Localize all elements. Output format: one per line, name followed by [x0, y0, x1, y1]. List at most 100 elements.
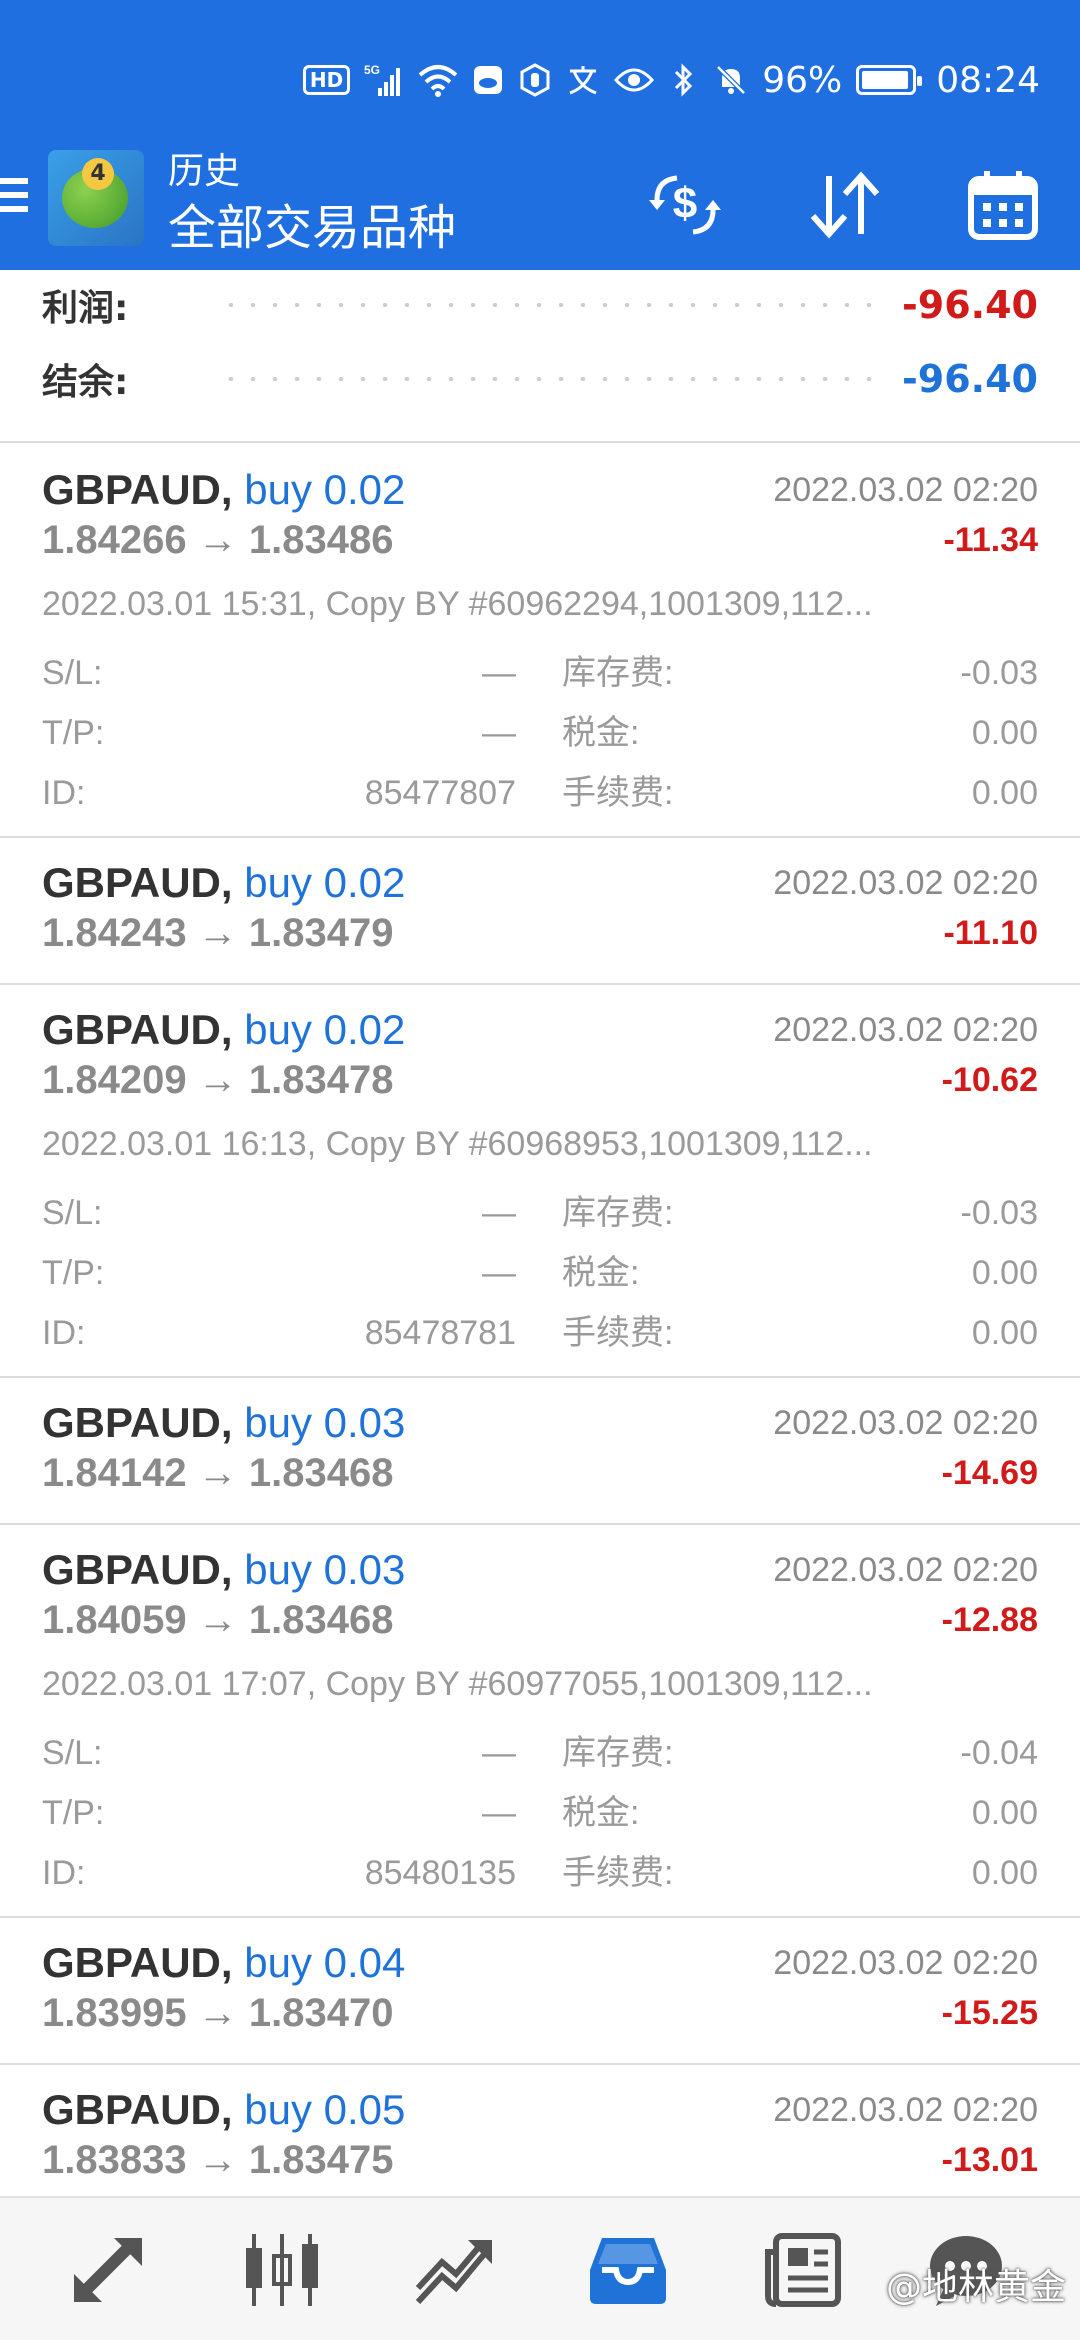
deal-row[interactable]: GBPAUD, buy 0.02 2022.03.02 02:20 1.8426…	[0, 445, 1080, 838]
commission-label: 手续费:	[562, 1314, 674, 1352]
deal-time: 2022.03.02 02:20	[773, 864, 1038, 902]
price-arrow: →	[197, 911, 238, 955]
nav-history[interactable]	[578, 2220, 678, 2320]
commission-value: 0.00	[971, 774, 1038, 812]
deal-row[interactable]: GBPAUD, buy 0.05 2022.03.02 02:20 1.8383…	[0, 2065, 1080, 2196]
deal-symbol: GBPAUD, buy 0.03	[42, 1545, 405, 1595]
sl-value: —	[482, 654, 516, 692]
close-price: 1.83486	[248, 518, 394, 562]
sl-label: S/L:	[42, 1734, 103, 1772]
signal-icon: 5G	[364, 60, 404, 100]
sort-button[interactable]	[800, 160, 890, 250]
nav-quotes[interactable]	[58, 2220, 158, 2320]
deal-type: buy 0.05	[244, 2086, 406, 2133]
tp-value: —	[482, 1794, 516, 1832]
tax-label: 税金:	[562, 1254, 640, 1292]
deal-row[interactable]: GBPAUD, buy 0.02 2022.03.02 02:20 1.8424…	[0, 838, 1080, 985]
open-price: 1.83995	[42, 1991, 187, 2035]
deal-time: 2022.03.02 02:20	[773, 1011, 1038, 1049]
screen-title[interactable]: 全部交易品种	[168, 196, 456, 260]
deal-symbol: GBPAUD, buy 0.04	[42, 1938, 405, 1988]
battery-percent: 96%	[762, 59, 843, 101]
tp-value: —	[482, 1254, 516, 1292]
commission-label: 手续费:	[562, 774, 674, 812]
tax-value: 0.00	[971, 1254, 1038, 1292]
balance-label: 结余:	[42, 362, 129, 403]
deal-detail-row: ID: 85478781 手续费: 0.00	[42, 1303, 1038, 1363]
deal-symbol-name: GBPAUD,	[42, 2086, 233, 2133]
deposit-withdraw-button[interactable]: $	[640, 160, 730, 250]
deal-detail-row: ID: 85480135 手续费: 0.00	[42, 1843, 1038, 1903]
tp-label: T/P:	[42, 1254, 105, 1292]
chart-candles-icon	[246, 2234, 318, 2306]
mute-bell-icon	[714, 60, 748, 100]
app-bar: 4 历史 全部交易品种 $	[0, 150, 1080, 270]
deal-type: buy 0.02	[244, 1006, 406, 1053]
deal-symbol: GBPAUD, buy 0.02	[42, 1005, 405, 1055]
deal-type: buy 0.04	[244, 1939, 406, 1986]
watermark-text: @地林黄金	[885, 2267, 1066, 2308]
deal-detail-row: ID: 85477807 手续费: 0.00	[42, 763, 1038, 823]
nav-trade[interactable]	[404, 2220, 504, 2320]
battery-fill	[862, 71, 909, 89]
deal-time: 2022.03.02 02:20	[773, 2091, 1038, 2129]
deal-detail-row: T/P: — 税金: 0.00	[42, 1243, 1038, 1303]
swap-label: 库存费:	[562, 1194, 674, 1232]
dotted-leader	[220, 303, 875, 307]
close-price: 1.83479	[248, 911, 394, 955]
tax-label: 税金:	[562, 1794, 640, 1832]
translate-icon	[566, 60, 600, 100]
deal-type: buy 0.03	[244, 1399, 406, 1446]
nav-chart[interactable]	[232, 2220, 332, 2320]
deal-symbol-name: GBPAUD,	[42, 1006, 233, 1053]
sort-arrows-icon	[810, 171, 880, 239]
deal-row[interactable]: GBPAUD, buy 0.03 2022.03.02 02:20 1.8414…	[0, 1378, 1080, 1525]
deal-symbol-name: GBPAUD,	[42, 1399, 233, 1446]
deal-type: buy 0.02	[244, 859, 406, 906]
deal-prices: 1.84059 → 1.83468	[42, 1597, 393, 1643]
sl-label: S/L:	[42, 1194, 103, 1232]
deal-type: buy 0.02	[244, 466, 406, 513]
deal-prices: 1.84142 → 1.83468	[42, 1450, 393, 1496]
status-bar: HD 5G 96% 08:24	[0, 0, 1080, 150]
dotted-leader	[220, 377, 875, 381]
balance-value: -96.40	[902, 357, 1038, 401]
deal-comment: 2022.03.01 15:31, Copy BY #60962294,1001…	[42, 585, 873, 623]
deal-prices: 1.84266 → 1.83486	[42, 517, 393, 563]
profit-row: 利润: -96.40	[42, 270, 1038, 340]
price-arrow: →	[197, 518, 238, 562]
deal-time: 2022.03.02 02:20	[773, 1944, 1038, 1982]
menu-icon[interactable]	[0, 178, 30, 228]
tp-value: —	[482, 714, 516, 752]
deal-detail-row: S/L: — 库存费: -0.03	[42, 1183, 1038, 1243]
deal-detail-row: S/L: — 库存费: -0.03	[42, 643, 1038, 703]
deal-profit: -10.62	[941, 1061, 1038, 1099]
tax-label: 税金:	[562, 714, 640, 752]
metatrader-logo-icon[interactable]: 4	[48, 150, 144, 246]
nav-news[interactable]	[752, 2220, 852, 2320]
id-label: ID:	[42, 1854, 86, 1892]
deal-symbol: GBPAUD, buy 0.02	[42, 858, 405, 908]
battery-icon	[856, 65, 923, 95]
eye-icon	[614, 60, 655, 100]
swap-value: -0.03	[960, 1194, 1039, 1232]
deal-time: 2022.03.02 02:20	[773, 471, 1038, 509]
open-price: 1.83833	[42, 2138, 187, 2182]
screen-subtitle: 历史	[168, 151, 241, 192]
sl-value: —	[482, 1734, 516, 1772]
deal-symbol-name: GBPAUD,	[42, 1546, 233, 1593]
sl-label: S/L:	[42, 654, 103, 692]
commission-value: 0.00	[971, 1854, 1038, 1892]
news-icon	[765, 2233, 841, 2307]
deal-row[interactable]: GBPAUD, buy 0.04 2022.03.02 02:20 1.8399…	[0, 1918, 1080, 2065]
close-price: 1.83470	[248, 1991, 394, 2035]
close-price: 1.83468	[248, 1598, 394, 1642]
deal-row[interactable]: GBPAUD, buy 0.03 2022.03.02 02:20 1.8405…	[0, 1525, 1080, 1918]
profit-value: -96.40	[902, 283, 1038, 327]
open-price: 1.84266	[42, 518, 187, 562]
id-label: ID:	[42, 774, 86, 812]
deal-profit: -11.34	[943, 521, 1038, 559]
deal-row[interactable]: GBPAUD, buy 0.02 2022.03.02 02:20 1.8420…	[0, 985, 1080, 1378]
deal-time: 2022.03.02 02:20	[773, 1551, 1038, 1589]
calendar-button[interactable]	[958, 160, 1048, 250]
